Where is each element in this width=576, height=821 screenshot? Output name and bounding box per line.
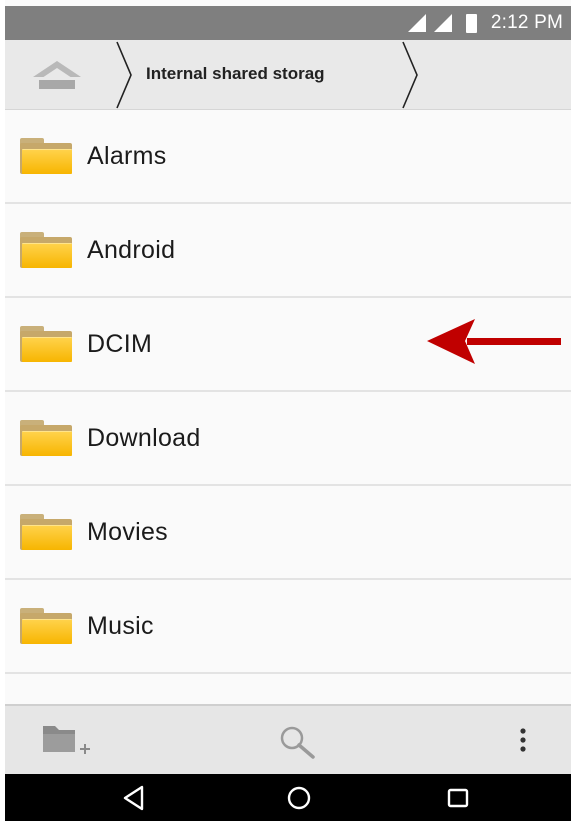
folder-icon: [20, 138, 72, 174]
chevron-right-icon: [402, 41, 418, 109]
folder-name: Movies: [87, 517, 168, 546]
breadcrumb: Internal shared storag: [5, 40, 571, 110]
folder-icon: [20, 608, 72, 644]
signal-icon: [407, 14, 426, 32]
folder-name: Alarms: [87, 141, 167, 170]
signal-icon: [433, 14, 452, 32]
list-item-movies[interactable]: Movies: [5, 486, 571, 580]
navigation-bar: [5, 774, 571, 821]
breadcrumb-path[interactable]: Internal shared storag: [146, 64, 398, 84]
home-circle-icon[interactable]: [285, 784, 313, 812]
folder-icon: [20, 420, 72, 456]
folder-name: Music: [87, 611, 154, 640]
folder-icon: [20, 326, 72, 362]
list-item-music[interactable]: Music: [5, 580, 571, 674]
search-icon[interactable]: [277, 724, 321, 762]
folder-name: Android: [87, 235, 176, 264]
status-bar: 2:12 PM: [5, 6, 571, 40]
folder-name: Download: [87, 423, 201, 452]
red-arrow-icon: [427, 319, 561, 364]
status-clock: 2:12 PM: [490, 12, 563, 33]
recents-square-icon[interactable]: [445, 784, 471, 812]
battery-icon: [465, 13, 477, 33]
folder-icon: [20, 232, 72, 268]
list-item-download[interactable]: Download: [5, 392, 571, 486]
folder-name: DCIM: [87, 329, 153, 358]
list-item-alarms[interactable]: Alarms: [5, 110, 571, 204]
new-folder-icon[interactable]: [41, 722, 93, 760]
more-vert-icon[interactable]: [515, 726, 531, 756]
bottom-toolbar: [5, 704, 571, 774]
chevron-right-icon: [116, 41, 132, 109]
folder-icon: [20, 514, 72, 550]
file-manager-screen: 2:12 PM Internal shared storag Alarms An…: [5, 0, 571, 821]
home-icon[interactable]: [29, 58, 85, 94]
back-triangle-icon[interactable]: [121, 784, 147, 812]
list-item-android[interactable]: Android: [5, 204, 571, 298]
folder-list: Alarms Android DCIM Download Movies Musi…: [5, 110, 571, 674]
